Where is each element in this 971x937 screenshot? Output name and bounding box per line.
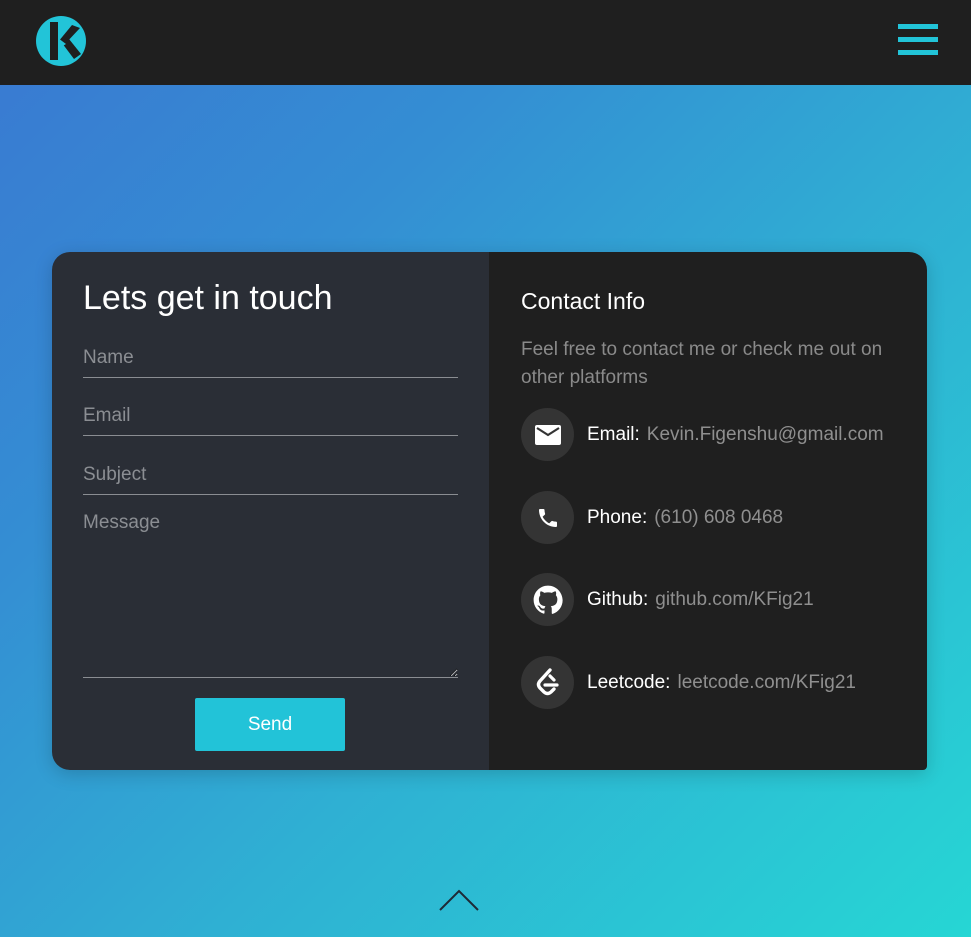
leetcode-label: Leetcode: [587, 671, 671, 693]
contact-info-panel: Contact Info Feel free to contact me or … [489, 252, 927, 770]
leetcode-link[interactable]: leetcode.com/KFig21 [677, 672, 856, 694]
chevron-up-icon[interactable] [439, 888, 479, 912]
contact-form: Lets get in touch Send [52, 252, 489, 770]
contact-info-description: Feel free to contact me or check me out … [521, 339, 883, 388]
send-button[interactable]: Send [195, 698, 345, 751]
phone-icon [521, 491, 574, 544]
contact-item-leetcode: Leetcode: leetcode.com/KFig21 [521, 656, 856, 709]
subject-input[interactable] [83, 455, 458, 495]
message-textarea[interactable] [83, 510, 458, 678]
contact-card: Lets get in touch Send Contact Info Feel… [52, 252, 927, 770]
k-logo-icon[interactable] [36, 16, 86, 66]
form-title: Lets get in touch [83, 279, 333, 317]
contact-info-title: Contact Info [521, 288, 646, 314]
phone-label: Phone: [587, 506, 648, 528]
contact-item-email: Email: Kevin.Figenshu@gmail.com [521, 408, 884, 461]
email-label: Email: [587, 423, 640, 445]
phone-link[interactable]: (610) 608 0468 [654, 507, 783, 529]
github-icon [521, 573, 574, 626]
contact-item-phone: Phone: (610) 608 0468 [521, 491, 783, 544]
contact-item-github: Github: github.com/KFig21 [521, 573, 814, 626]
email-link[interactable]: Kevin.Figenshu@gmail.com [647, 424, 884, 446]
name-input[interactable] [83, 338, 458, 378]
github-label: Github: [587, 588, 649, 610]
leetcode-icon [521, 656, 574, 709]
email-input[interactable] [83, 396, 458, 436]
top-navbar [0, 0, 971, 85]
mail-icon [521, 408, 574, 461]
hamburger-menu-icon[interactable] [898, 24, 938, 56]
github-link[interactable]: github.com/KFig21 [655, 589, 813, 611]
